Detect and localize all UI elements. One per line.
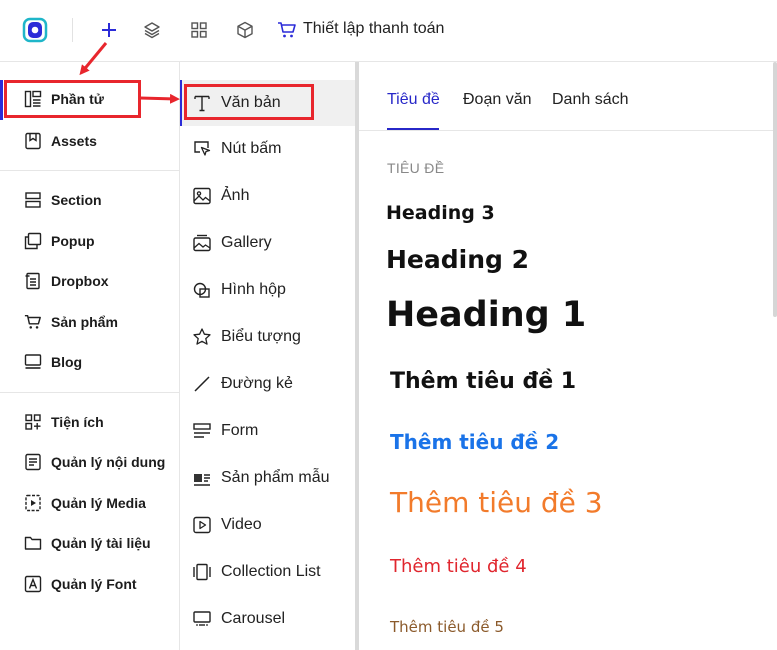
- element-item-label: Hình hộp: [221, 281, 286, 298]
- sidebar-divider: [0, 170, 179, 171]
- sidebar-item-label: Quản lý Font: [51, 576, 137, 592]
- product-sample-icon: [192, 468, 212, 488]
- title-preset-3[interactable]: Thêm tiêu đề 3: [390, 486, 603, 519]
- carousel-icon: [192, 609, 212, 629]
- sidebar-active-indicator: [0, 80, 3, 120]
- cube-icon[interactable]: [232, 17, 258, 43]
- form-icon: [192, 421, 212, 441]
- section-icon: [24, 191, 42, 209]
- tab-lists[interactable]: Danh sách: [552, 91, 629, 109]
- sidebar-item-label: Blog: [51, 354, 83, 370]
- element-item-label: Ảnh: [221, 187, 250, 204]
- toolbar-separator: [72, 18, 73, 42]
- element-item-collection-list[interactable]: Collection List: [180, 552, 356, 592]
- element-item-button[interactable]: Nút bấm: [180, 129, 356, 169]
- top-bar: Thiết lập thanh toán: [0, 0, 777, 62]
- title-preset-5[interactable]: Thêm tiêu đề 5: [390, 618, 504, 636]
- element-item-line[interactable]: Đường kẻ: [180, 364, 356, 404]
- blog-icon: [24, 353, 42, 371]
- element-item-label: Đường kẻ: [221, 375, 293, 392]
- element-item-label: Biểu tượng: [221, 328, 301, 345]
- sidebar-item-label: Tiện ích: [51, 414, 104, 430]
- element-item-carousel[interactable]: Carousel: [180, 599, 356, 639]
- preset-tabs: Tiêu đề Đoạn văn Danh sách: [359, 62, 777, 131]
- sidebar-item-label: Popup: [51, 233, 95, 249]
- sidebar-item-section[interactable]: Section: [0, 181, 179, 219]
- plus-icon[interactable]: [96, 17, 122, 43]
- line-icon: [192, 374, 212, 394]
- checkout-settings-title[interactable]: Thiết lập thanh toán: [303, 20, 444, 38]
- active-tab-underline: [387, 128, 439, 130]
- font-icon: [24, 575, 42, 593]
- sidebar-item-label: Quản lý tài liệu: [51, 535, 151, 551]
- element-item-icon[interactable]: Biểu tượng: [180, 317, 356, 357]
- heading-2-preset[interactable]: Heading 2: [386, 245, 529, 274]
- sidebar-item-popup[interactable]: Popup: [0, 222, 179, 260]
- element-item-product-sample[interactable]: Sản phẩm mẫu: [180, 458, 356, 498]
- media-icon: [24, 494, 42, 512]
- title-preset-2[interactable]: Thêm tiêu đề 2: [390, 430, 559, 454]
- popup-icon: [24, 232, 42, 250]
- sidebar-item-blog[interactable]: Blog: [0, 343, 179, 381]
- bookmark-icon: [24, 132, 42, 150]
- dropbox-icon: [24, 272, 42, 290]
- shapes-icon: [192, 280, 212, 300]
- preset-scrollbar[interactable]: [773, 62, 777, 317]
- image-icon: [192, 186, 212, 206]
- left-sidebar: Phần tử Assets Section Popup Dropbox Sản…: [0, 62, 180, 650]
- highlight-box-text: [184, 84, 314, 120]
- sidebar-item-label: Quản lý Media: [51, 495, 146, 511]
- sidebar-item-font-management[interactable]: Quản lý Font: [0, 565, 179, 603]
- collection-icon: [192, 562, 212, 582]
- heading-1-preset[interactable]: Heading 1: [386, 295, 586, 335]
- folder-icon: [24, 534, 42, 552]
- element-item-label: Form: [221, 422, 259, 439]
- apps-icon: [24, 413, 42, 431]
- app-logo[interactable]: [22, 17, 48, 43]
- gallery-icon: [192, 233, 212, 253]
- sidebar-item-dropbox[interactable]: Dropbox: [0, 262, 179, 300]
- element-item-label: Nút bấm: [221, 140, 282, 157]
- cart-icon: [24, 313, 42, 331]
- cursor-icon: [192, 139, 212, 159]
- element-item-form[interactable]: Form: [180, 411, 356, 451]
- element-item-label: Carousel: [221, 610, 286, 627]
- video-icon: [192, 515, 212, 535]
- element-list: Văn bản Nút bấm Ảnh Gallery Hình hộp Biể…: [180, 62, 356, 650]
- sidebar-item-products[interactable]: Sản phẩm: [0, 303, 179, 341]
- sidebar-item-label: Quản lý nội dung: [51, 454, 166, 470]
- element-item-label: Collection List: [221, 563, 321, 580]
- cart-icon[interactable]: [274, 17, 300, 43]
- sidebar-item-utilities[interactable]: Tiện ích: [0, 403, 179, 441]
- sidebar-item-assets[interactable]: Assets: [0, 122, 179, 160]
- element-item-label: Sản phẩm mẫu: [221, 469, 330, 486]
- element-item-label: Video: [221, 516, 262, 533]
- highlight-box-elements: [4, 80, 141, 118]
- title-preset-1[interactable]: Thêm tiêu đề 1: [390, 369, 576, 394]
- element-item-gallery[interactable]: Gallery: [180, 223, 356, 263]
- tab-paragraphs[interactable]: Đoạn văn: [463, 91, 532, 109]
- sidebar-divider: [0, 392, 179, 393]
- sidebar-item-label: Dropbox: [51, 273, 109, 289]
- grid-icon[interactable]: [186, 17, 212, 43]
- element-item-video[interactable]: Video: [180, 505, 356, 545]
- element-item-label: Gallery: [221, 234, 272, 251]
- element-item-image[interactable]: Ảnh: [180, 176, 356, 216]
- heading-3-preset[interactable]: Heading 3: [386, 202, 495, 224]
- tab-headings[interactable]: Tiêu đề: [387, 91, 440, 109]
- star-icon: [192, 327, 212, 347]
- section-label: TIÊU ĐỀ: [387, 160, 445, 176]
- sidebar-item-label: Sản phẩm: [51, 314, 118, 330]
- sidebar-item-document-management[interactable]: Quản lý tài liệu: [0, 524, 179, 562]
- element-item-shape[interactable]: Hình hộp: [180, 270, 356, 310]
- sidebar-item-media-management[interactable]: Quản lý Media: [0, 484, 179, 522]
- layers-icon[interactable]: [139, 17, 165, 43]
- title-preset-4[interactable]: Thêm tiêu đề 4: [390, 556, 527, 577]
- element-active-indicator: [180, 80, 182, 126]
- sidebar-item-label: Section: [51, 192, 102, 208]
- content-icon: [24, 453, 42, 471]
- sidebar-item-content-management[interactable]: Quản lý nội dung: [0, 443, 179, 481]
- sidebar-item-label: Assets: [51, 133, 97, 149]
